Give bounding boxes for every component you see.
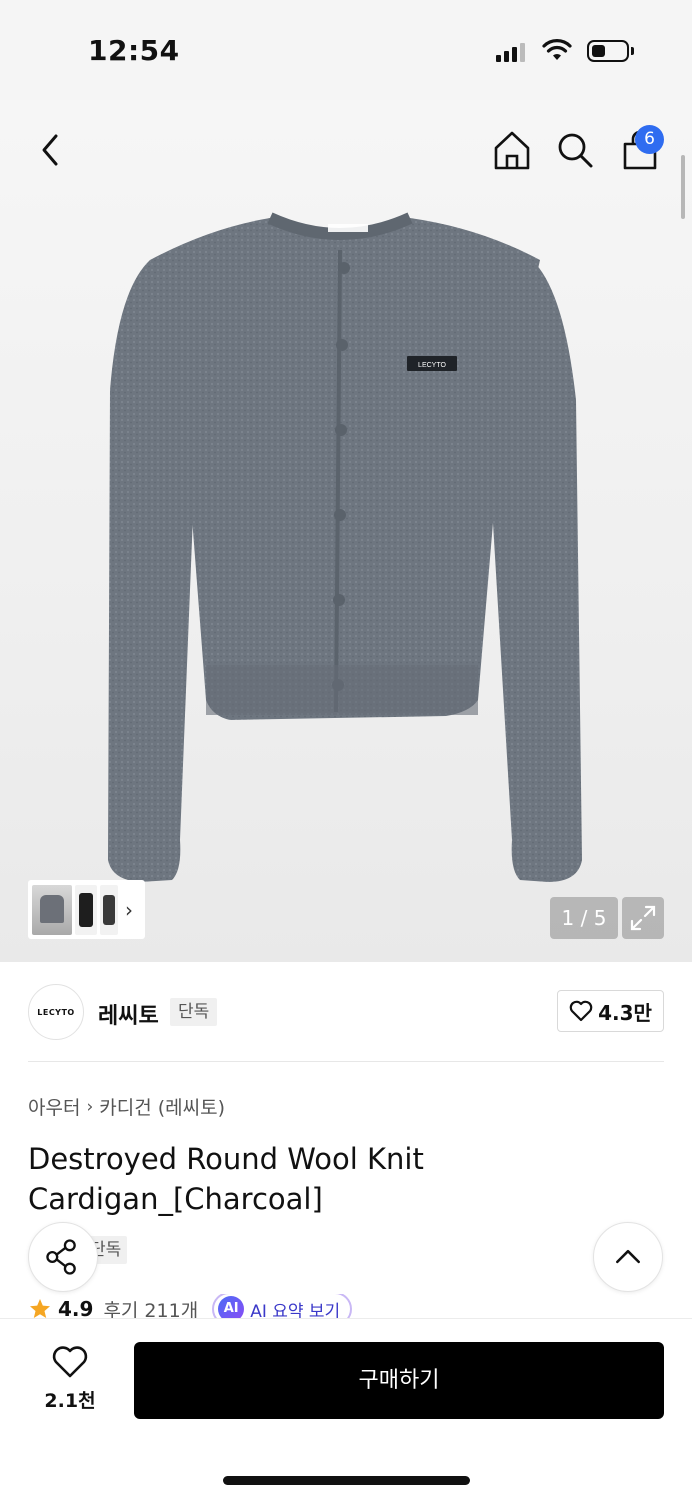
brand-exclusive-tag: 단독: [170, 998, 218, 1026]
home-indicator: [223, 1476, 470, 1485]
home-icon[interactable]: [492, 128, 532, 172]
breadcrumb-item[interactable]: 아우터: [28, 1093, 80, 1120]
svg-text:LECYTO: LECYTO: [418, 362, 446, 369]
thumbnail-strip[interactable]: ›: [28, 880, 145, 939]
divider: [28, 1061, 664, 1062]
product-title: Destroyed Round Wool Knit Cardigan_[Char…: [28, 1142, 424, 1216]
battery-icon: [587, 40, 629, 62]
share-button[interactable]: [28, 1222, 98, 1292]
scroll-top-button[interactable]: [593, 1222, 663, 1292]
thumbnail[interactable]: [100, 884, 118, 935]
chevron-right-icon[interactable]: ›: [125, 898, 133, 922]
product-image: LECYTO: [108, 212, 582, 882]
thumbnail[interactable]: [32, 884, 72, 935]
breadcrumb-item[interactable]: 카디건 (레씨토): [99, 1093, 225, 1120]
heart-icon: [52, 1346, 88, 1378]
status-time: 12:54: [88, 34, 180, 67]
wifi-icon: [542, 39, 572, 60]
back-icon[interactable]: [30, 128, 70, 172]
breadcrumb: 아우터 › 카디건 (레씨토): [28, 1093, 225, 1120]
cart-badge: 6: [635, 125, 664, 154]
thumbnail[interactable]: [75, 884, 97, 935]
expand-icon[interactable]: [622, 897, 664, 939]
signal-icon: [496, 42, 525, 62]
heart-icon: [569, 1000, 593, 1022]
chevron-right-icon: ›: [86, 1096, 94, 1117]
buy-button[interactable]: 구매하기: [134, 1342, 664, 1419]
brand-like-button[interactable]: 4.3만: [557, 990, 664, 1032]
wishlist-count: 2.1천: [44, 1390, 96, 1412]
product-image-gallery[interactable]: LECYTO: [0, 100, 692, 962]
brand-logo[interactable]: LECYTO: [28, 984, 84, 1040]
gallery-counter: 1 / 5: [550, 897, 618, 939]
brand-name[interactable]: 레씨토: [98, 998, 159, 1030]
scrollbar[interactable]: [681, 155, 685, 219]
search-icon[interactable]: [555, 130, 595, 170]
brand-like-count: 4.3만: [598, 1000, 652, 1025]
